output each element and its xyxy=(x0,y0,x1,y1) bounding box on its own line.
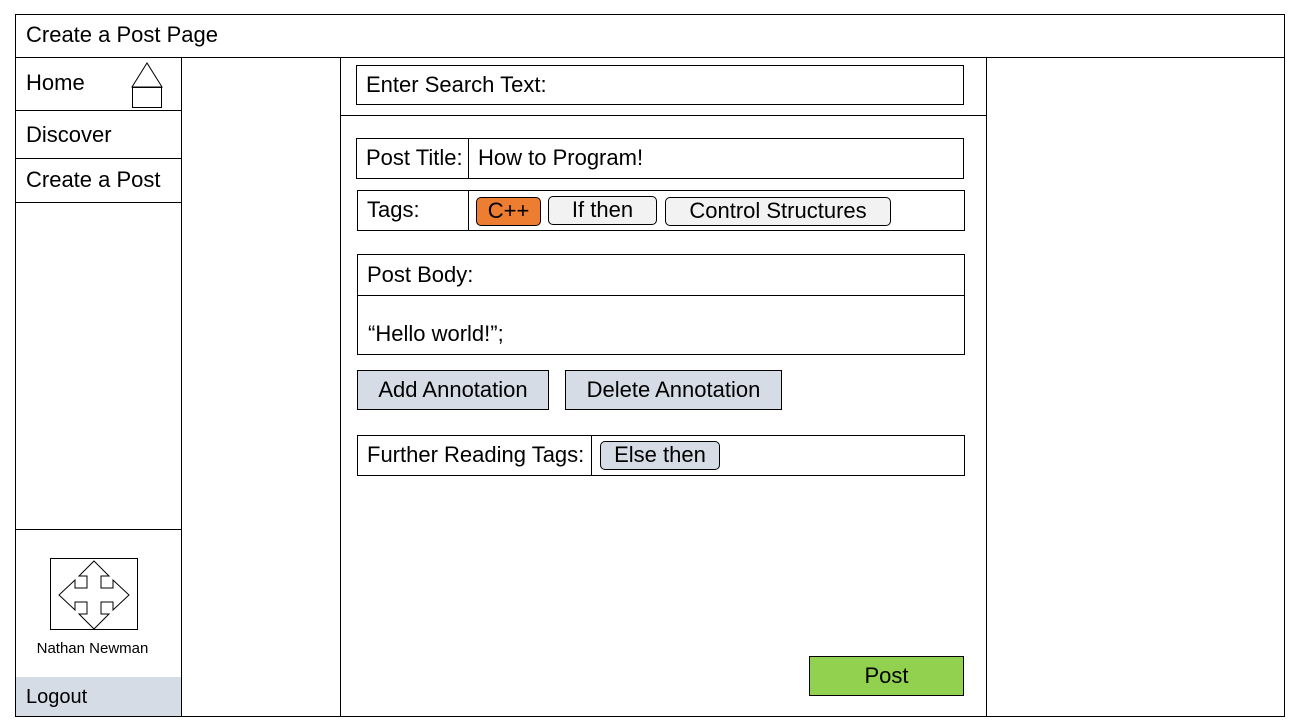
search-separator xyxy=(341,115,986,116)
post-title-row: Post Title: How to Program! xyxy=(356,138,964,179)
search-input[interactable]: Enter Search Text: xyxy=(356,65,964,105)
tag-chip-if-then[interactable]: If then xyxy=(548,196,657,225)
user-name: Nathan Newman xyxy=(36,640,149,657)
tag-chip-control-structures[interactable]: Control Structures xyxy=(665,197,891,226)
tag-chip-cpp[interactable]: C++ xyxy=(476,197,541,226)
page-frame xyxy=(15,14,1285,717)
post-title-divider xyxy=(468,139,469,178)
search-label: Enter Search Text: xyxy=(366,72,547,97)
sidebar-item-discover[interactable]: Discover xyxy=(16,111,181,158)
main-left-divider xyxy=(340,58,341,717)
post-button[interactable]: Post xyxy=(809,656,964,696)
logout-label: Logout xyxy=(26,686,88,708)
post-body-box: Post Body: “Hello world!”; xyxy=(357,254,965,355)
sidebar-separator xyxy=(16,202,181,203)
sidebar-item-label: Discover xyxy=(26,122,112,147)
post-body-divider xyxy=(358,295,964,296)
tags-label: Tags: xyxy=(367,197,420,222)
delete-annotation-button[interactable]: Delete Annotation xyxy=(565,370,782,410)
post-title-label: Post Title: xyxy=(366,145,463,170)
sidebar-item-create-post[interactable]: Create a Post xyxy=(16,159,181,202)
move-arrows-icon xyxy=(58,560,130,630)
post-title-input[interactable]: How to Program! xyxy=(478,143,643,173)
avatar[interactable] xyxy=(50,558,138,630)
further-reading-divider xyxy=(591,436,592,475)
post-body-input[interactable]: “Hello world!”; xyxy=(368,319,504,349)
add-annotation-button[interactable]: Add Annotation xyxy=(357,370,549,410)
sidebar-separator xyxy=(16,529,181,530)
tag-chip-else-then[interactable]: Else then xyxy=(600,441,720,470)
sidebar-item-home[interactable]: Home xyxy=(16,58,181,110)
sidebar-item-label: Create a Post xyxy=(26,167,161,192)
tags-divider xyxy=(468,191,469,230)
main-right-divider xyxy=(986,58,987,717)
page-title: Create a Post Page xyxy=(26,22,219,47)
further-reading-label: Further Reading Tags: xyxy=(367,442,585,467)
sidebar-divider xyxy=(181,58,182,717)
post-body-label: Post Body: xyxy=(367,262,474,287)
sidebar-item-label: Home xyxy=(26,70,85,95)
home-icon xyxy=(131,62,163,108)
